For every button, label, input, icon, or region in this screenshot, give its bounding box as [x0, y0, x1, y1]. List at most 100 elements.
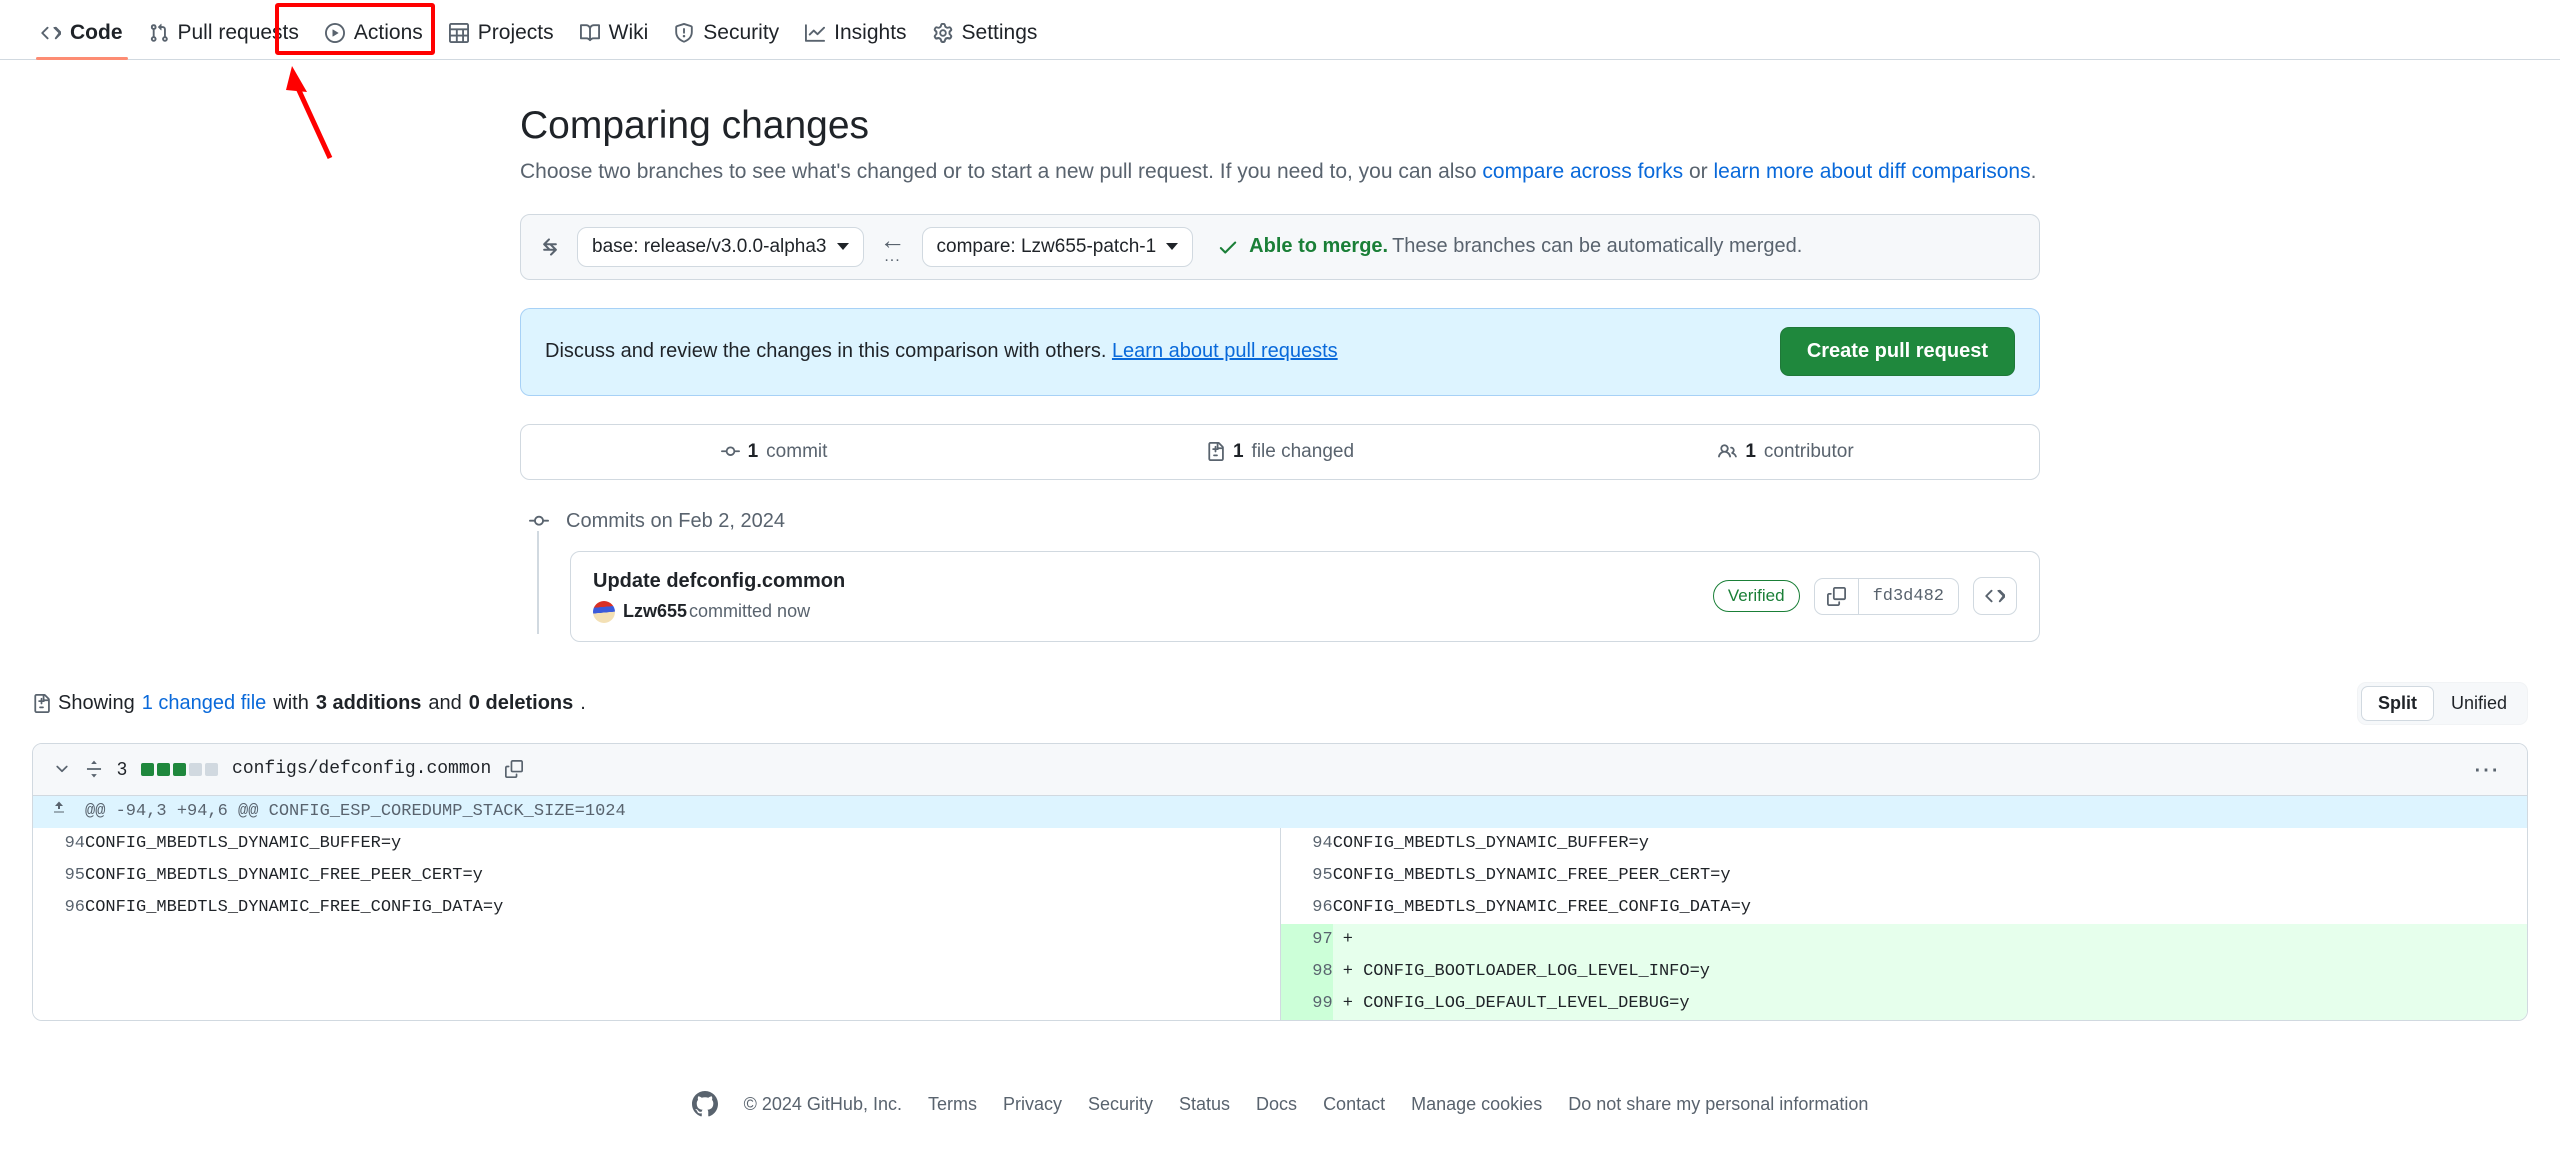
discuss-text-label: Discuss and review the changes in this c… [545, 340, 1112, 362]
commit-sha[interactable]: fd3d482 [1858, 579, 1958, 614]
diff-add-marker: + [1343, 962, 1353, 981]
diff-right-code: + [1333, 924, 2527, 956]
diff-right-code: + CONFIG_BOOTLOADER_LOG_LEVEL_INFO=y [1333, 956, 2527, 988]
diffstat-block-none [205, 763, 218, 776]
footer-link-contact[interactable]: Contact [1323, 1094, 1385, 1115]
nav-item-label: Security [703, 21, 779, 45]
diff-left-code [85, 924, 1281, 956]
move-diff-icon[interactable] [85, 760, 103, 778]
code-brackets-icon[interactable] [1973, 577, 2017, 615]
merge-status-strong: Able to merge. [1249, 235, 1388, 258]
changed-files-link[interactable]: 1 changed file [142, 692, 267, 715]
commit-info: Update defconfig.common Lzw655 committed… [593, 570, 845, 623]
footer-link-security[interactable]: Security [1088, 1094, 1153, 1115]
nav-item-actions[interactable]: Actions [312, 21, 436, 59]
copy-icon[interactable] [505, 760, 523, 778]
nav-item-label: Insights [834, 21, 906, 45]
commit-message-link[interactable]: Update defconfig.common [593, 570, 845, 593]
create-pull-request-button[interactable]: Create pull request [1780, 327, 2015, 376]
stat-commits[interactable]: 1 commit [521, 425, 1027, 479]
page-subtitle: Choose two branches to see what's change… [520, 160, 2040, 184]
expand-up-icon[interactable] [33, 796, 85, 828]
nav-item-label: Projects [478, 21, 554, 45]
commit-dot-icon [526, 511, 552, 531]
nav-item-settings[interactable]: Settings [920, 21, 1051, 59]
diff-left-line-number: 96 [33, 892, 85, 924]
diff-right-line-number: 99 [1281, 988, 1333, 1020]
learn-diff-comparisons-link[interactable]: learn more about diff comparisons [1714, 160, 2031, 183]
diff-right-line-number: 97 [1281, 924, 1333, 956]
commits-date-label: Commits on Feb 2, 2024 [566, 510, 785, 533]
copy-icon[interactable] [1815, 579, 1858, 614]
diff-right-line-number: 96 [1281, 892, 1333, 924]
diff-right-line-number: 98 [1281, 956, 1333, 988]
diff-add-text: CONFIG_LOG_DEFAULT_LEVEL_DEBUG=y [1363, 994, 1689, 1013]
file-diff-icon [1206, 442, 1225, 461]
diff-left-line-number: 95 [33, 860, 85, 892]
page-title: Comparing changes [520, 102, 2040, 151]
showing-and: and [428, 692, 461, 715]
diff-right-code: + CONFIG_LOG_DEFAULT_LEVEL_DEBUG=y [1333, 988, 2527, 1020]
diff-row-added: 97 + [33, 924, 2527, 956]
graph-icon [805, 23, 825, 43]
arrow-switch-icon[interactable] [539, 236, 561, 258]
diffstat-block-add [157, 763, 170, 776]
diff-add-marker: + [1343, 994, 1353, 1013]
diff-left-code [85, 988, 1281, 1020]
gear-icon [933, 23, 953, 43]
nav-item-code[interactable]: Code [28, 21, 136, 59]
discuss-text: Discuss and review the changes in this c… [545, 340, 1338, 363]
diff-left-line-number [33, 956, 85, 988]
kebab-horizontal-icon[interactable]: ⋯ [2473, 756, 2507, 782]
repo-nav: Code Pull requests Actions Projects Wiki… [0, 0, 2560, 60]
nav-item-projects[interactable]: Projects [436, 21, 567, 59]
diff-view-split-option[interactable]: Split [2361, 686, 2434, 721]
diff-row-added: 99 + CONFIG_LOG_DEFAULT_LEVEL_DEBUG=y [33, 988, 2527, 1020]
compare-across-forks-link[interactable]: compare across forks [1482, 160, 1683, 183]
showing-suffix: . [580, 692, 586, 715]
arrow-dots: ... [884, 251, 900, 264]
diff-file-path[interactable]: configs/defconfig.common [232, 759, 491, 779]
verified-badge[interactable]: Verified [1713, 580, 1800, 612]
commit-row: Update defconfig.common Lzw655 committed… [570, 551, 2040, 642]
footer-link-manage-cookies[interactable]: Manage cookies [1411, 1094, 1542, 1115]
diff-file-box: 3 configs/defconfig.common ⋯ [32, 743, 2528, 1021]
base-branch-selector[interactable]: base: release/v3.0.0-alpha3 [577, 227, 864, 267]
diff-hunk-header-text: @@ -94,3 +94,6 @@ CONFIG_ESP_COREDUMP_ST… [85, 796, 2527, 828]
diff-left-line-number [33, 924, 85, 956]
footer-link-privacy[interactable]: Privacy [1003, 1094, 1062, 1115]
commit-author-meta: Lzw655 committed now [593, 601, 845, 623]
diffstat-block-add [173, 763, 186, 776]
commit-sha-group: fd3d482 [1814, 578, 1959, 615]
diff-summary-text: Showing 1 changed file with 3 additions … [32, 692, 586, 715]
stat-commits-label: commit [766, 441, 827, 463]
footer-link-do-not-share[interactable]: Do not share my personal information [1568, 1094, 1868, 1115]
avatar [593, 601, 615, 623]
commit-author-name[interactable]: Lzw655 [623, 601, 687, 622]
nav-item-label: Pull requests [178, 21, 299, 45]
merge-status: Able to merge. These branches can be aut… [1217, 235, 1802, 258]
diff-view-unified-option[interactable]: Unified [2434, 686, 2524, 721]
footer-link-terms[interactable]: Terms [928, 1094, 977, 1115]
github-mark-icon [692, 1091, 718, 1117]
nav-item-insights[interactable]: Insights [792, 21, 919, 59]
footer-link-status[interactable]: Status [1179, 1094, 1230, 1115]
nav-item-pull-requests[interactable]: Pull requests [136, 21, 312, 59]
diff-add-text: CONFIG_BOOTLOADER_LOG_LEVEL_INFO=y [1363, 962, 1710, 981]
diff-left-code: CONFIG_MBEDTLS_DYNAMIC_FREE_CONFIG_DATA=… [85, 892, 1281, 924]
compare-branch-selector[interactable]: compare: Lzw655-patch-1 [922, 227, 1194, 267]
subtitle-period: . [2031, 160, 2037, 183]
nav-item-security[interactable]: Security [661, 21, 792, 59]
diff-right-line-number: 95 [1281, 860, 1333, 892]
people-icon [1718, 442, 1737, 461]
footer-link-docs[interactable]: Docs [1256, 1094, 1297, 1115]
chevron-down-icon[interactable] [53, 760, 71, 778]
nav-item-wiki[interactable]: Wiki [567, 21, 662, 59]
check-icon [1217, 236, 1239, 258]
diff-row: 95 CONFIG_MBEDTLS_DYNAMIC_FREE_PEER_CERT… [33, 860, 2527, 892]
stat-files-changed[interactable]: 1 file changed [1027, 425, 1533, 479]
learn-about-pull-requests-link[interactable]: Learn about pull requests [1112, 340, 1338, 362]
commits-section: Commits on Feb 2, 2024 Update defconfig.… [520, 510, 2040, 642]
diff-left-code [85, 956, 1281, 988]
stat-contributors[interactable]: 1 contributor [1533, 425, 2039, 479]
